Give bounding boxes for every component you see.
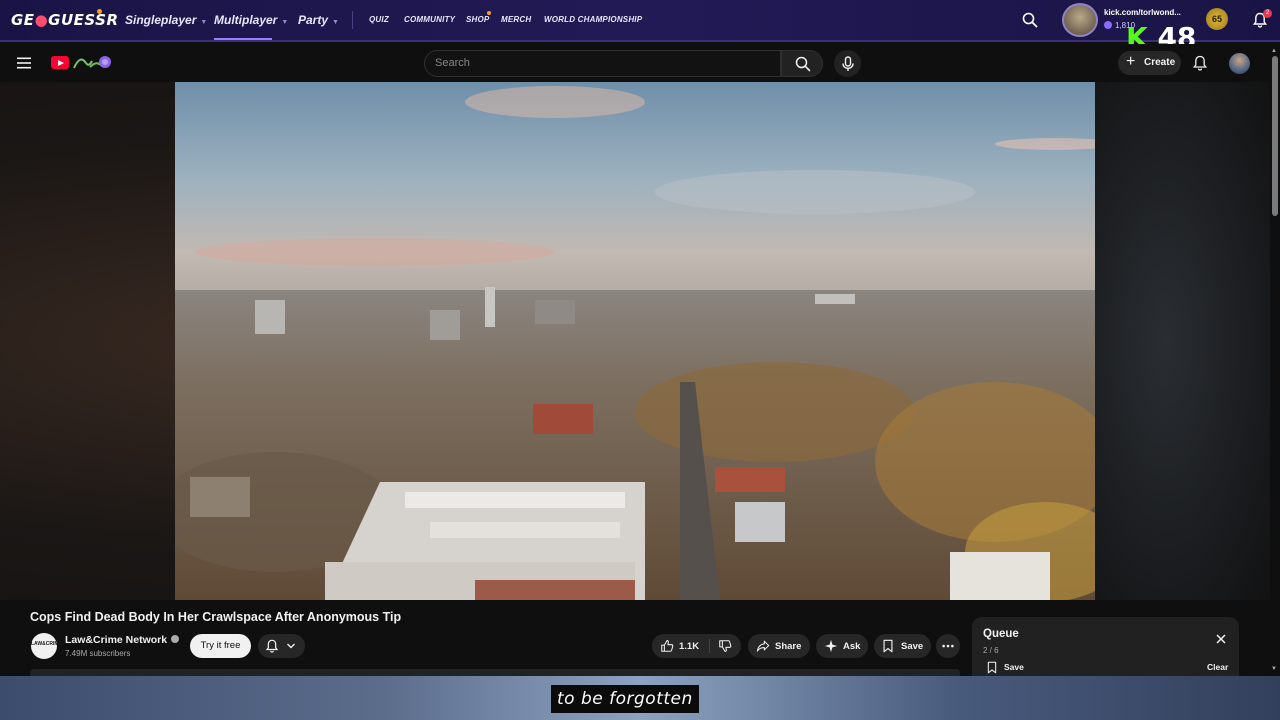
thumbs-down-icon (719, 640, 732, 652)
nav-quiz[interactable]: QUIZ (369, 15, 389, 24)
scrollbar-thumb[interactable] (1272, 56, 1278, 216)
save-button[interactable]: Save (874, 634, 931, 658)
nav-multiplayer[interactable]: Multiplayer ▼ (214, 13, 288, 27)
youtube-header: Search + Create (0, 44, 1280, 82)
subscriber-count: 7.49M subscribers (65, 649, 131, 658)
nav-singleplayer[interactable]: Singleplayer ▼ (125, 13, 207, 27)
share-arrow-icon (756, 640, 770, 652)
account-avatar[interactable] (1229, 53, 1250, 74)
nav-merch[interactable]: MERCH (501, 15, 531, 24)
more-horizontal-icon (942, 644, 954, 648)
nav-community[interactable]: COMMUNITY (404, 15, 455, 24)
plus-icon: + (1126, 53, 1136, 70)
bell-icon (265, 639, 279, 653)
sparkle-icon (824, 639, 838, 653)
profile-avatar[interactable] (1062, 3, 1098, 37)
video-title: Cops Find Dead Body In Her Crawlspace Af… (30, 610, 402, 624)
logo-notification-dot (97, 9, 102, 14)
subscription-bell-button[interactable] (258, 634, 305, 658)
scroll-up-arrow-icon[interactable]: ▲ (1271, 48, 1277, 54)
channel-name[interactable]: Law&Crime Network (65, 634, 180, 646)
active-tab-indicator (214, 38, 272, 40)
shop-notification-dot (487, 11, 491, 15)
level-badge: 65 (1206, 8, 1228, 30)
chevron-down-icon: ▼ (332, 19, 339, 26)
nav-party[interactable]: Party ▼ (298, 13, 339, 27)
ambient-glow-right (1095, 82, 1270, 600)
search-icon[interactable] (1022, 12, 1038, 28)
youtube-doodle-icon[interactable] (72, 53, 112, 73)
scroll-down-arrow-icon[interactable]: ▼ (1271, 666, 1277, 672)
chevron-down-icon: ▼ (200, 19, 208, 26)
more-actions-button[interactable] (936, 634, 960, 658)
verified-check-icon (171, 635, 180, 643)
chevron-down-icon (287, 643, 295, 649)
nav-shop[interactable]: SHOP (466, 15, 489, 24)
microphone-icon (841, 55, 854, 71)
coin-icon (1104, 21, 1112, 29)
bookmark-icon[interactable] (986, 661, 998, 674)
ask-button[interactable]: Ask (816, 634, 868, 658)
video-frame-aerial-city (175, 82, 1095, 600)
geoguessr-header: GE●GUESSR Singleplayer ▼ Multiplayer ▼ Par… (0, 0, 1280, 42)
create-button[interactable]: + Create (1118, 51, 1181, 75)
queue-position: 2 / 6 (983, 646, 999, 655)
pin-icon: ● (34, 11, 49, 29)
voice-search-button[interactable] (834, 50, 861, 77)
subtitle-caption: to be forgotten (551, 685, 699, 713)
like-dislike-group: 1.1K (652, 634, 741, 658)
hamburger-menu-icon[interactable] (16, 56, 32, 70)
search-icon (795, 56, 811, 72)
chevron-down-icon: ▼ (281, 19, 289, 26)
notifications-bell-icon[interactable] (1192, 55, 1208, 71)
geoguessr-logo[interactable]: GE●GUESSR (11, 11, 119, 29)
search-button[interactable] (781, 50, 823, 77)
nav-divider (352, 11, 353, 29)
bookmark-icon (883, 639, 893, 653)
queue-save-button[interactable]: Save (1004, 662, 1024, 672)
dislike-button[interactable] (710, 634, 741, 658)
youtube-logo-icon[interactable] (51, 56, 69, 69)
share-button[interactable]: Share (748, 634, 810, 658)
profile-username[interactable]: kick.com/torlwond... (1104, 8, 1181, 17)
close-icon[interactable] (1216, 634, 1226, 644)
queue-clear-button[interactable]: Clear (1207, 662, 1228, 672)
queue-title: Queue (983, 628, 1019, 640)
like-button[interactable]: 1.1K (652, 634, 708, 658)
channel-avatar[interactable]: LAW&CRIME (31, 633, 62, 659)
nav-world-championship[interactable]: WORLD CHAMPIONSHIP (544, 15, 642, 24)
thumbs-up-icon (661, 640, 674, 652)
notification-count-badge: 2 (1263, 9, 1272, 18)
video-player[interactable] (175, 82, 1095, 600)
search-input[interactable]: Search (424, 50, 781, 77)
try-it-free-button[interactable]: Try it free (190, 634, 251, 658)
